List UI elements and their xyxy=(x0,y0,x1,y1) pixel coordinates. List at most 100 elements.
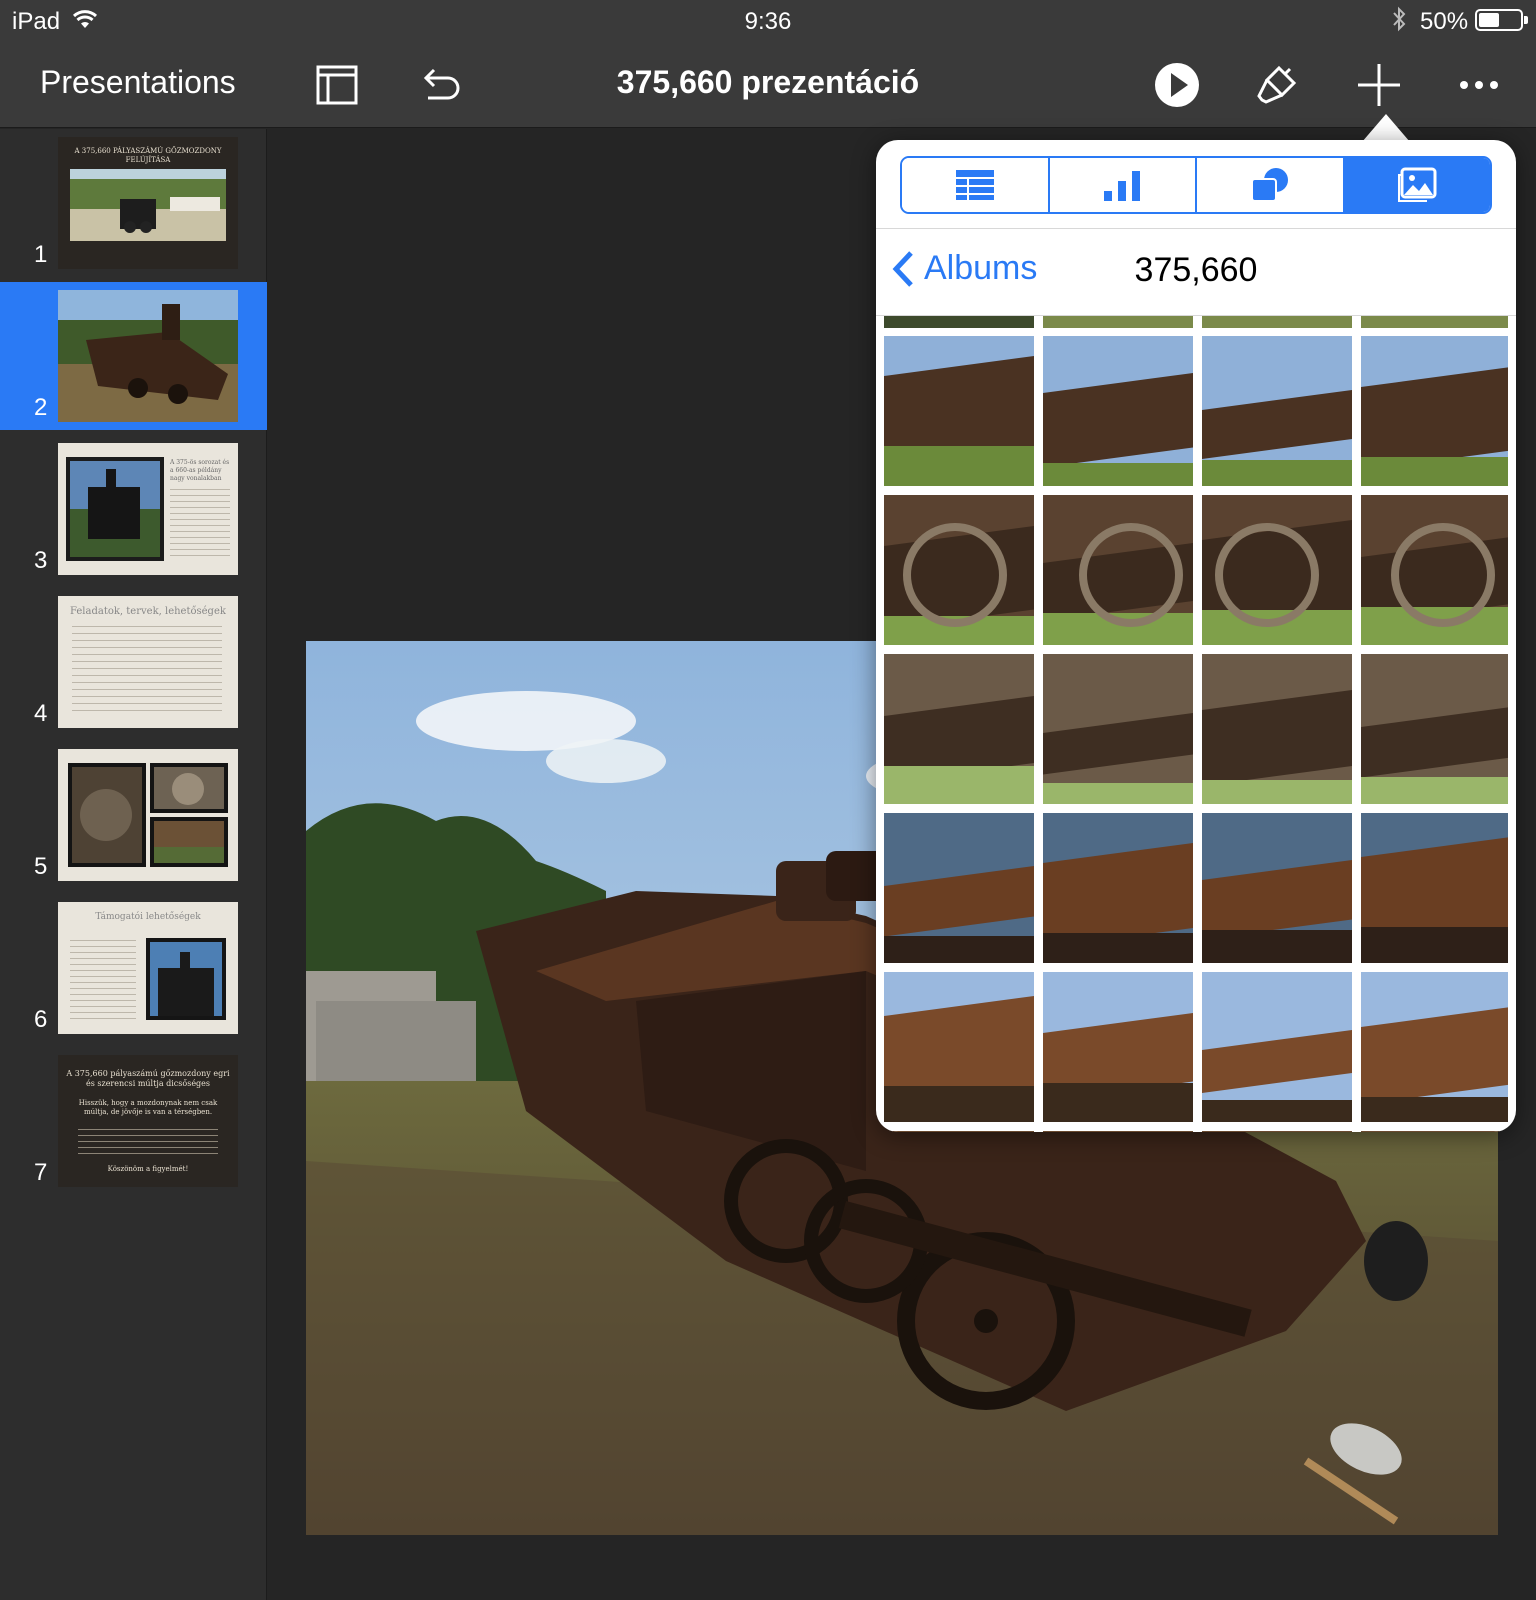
photo-thumbnail[interactable] xyxy=(1043,316,1193,328)
slide-thumbnail-5[interactable]: 5 xyxy=(0,741,267,889)
photo-thumbnail-image xyxy=(1361,654,1508,804)
slide-6-title: Támogatói lehetőségek xyxy=(95,912,201,922)
photo-thumbnail-image xyxy=(1361,972,1508,1122)
photo-thumbnail[interactable] xyxy=(1361,336,1508,486)
photo-thumbnail[interactable] xyxy=(1043,654,1193,804)
play-icon[interactable] xyxy=(1152,60,1202,110)
media-icon xyxy=(1398,167,1437,202)
slide-number: 1 xyxy=(34,241,48,268)
photo-thumbnail-image xyxy=(1202,813,1352,963)
slide-thumbnail-6[interactable]: Támogatói lehetőségek 6 xyxy=(0,894,267,1042)
photo-thumbnail[interactable] xyxy=(1202,336,1352,486)
photo-thumbnail-image xyxy=(884,972,1034,1122)
slide-thumbnail-4[interactable]: Feladatok, tervek, lehetőségek 4 xyxy=(0,588,267,736)
photo-thumbnail-image xyxy=(1202,972,1352,1122)
photo-thumbnail[interactable] xyxy=(884,1131,1034,1132)
photo-thumbnail[interactable] xyxy=(1043,495,1193,645)
photo-thumbnail[interactable] xyxy=(1043,336,1193,486)
slide-thumbnail-1[interactable]: A 375,660 PÁLYASZÁMÚ GŐZMOZDONY FELÚJÍTÁ… xyxy=(0,129,267,277)
chart-icon xyxy=(1104,171,1141,201)
photo-thumbnail[interactable] xyxy=(884,336,1034,486)
status-time: 9:36 xyxy=(744,8,792,35)
slide-number: 2 xyxy=(34,394,48,421)
photo-thumbnail[interactable] xyxy=(1361,813,1508,963)
slide-4-preview: Feladatok, tervek, lehetőségek xyxy=(58,596,238,728)
slide-3-preview: A 375-ös sorozat és a 660-as példány nag… xyxy=(58,443,238,575)
shapes-icon xyxy=(1250,168,1288,202)
slide-4-body-lines xyxy=(72,626,222,714)
tab-media[interactable] xyxy=(1344,158,1490,212)
photo-thumbnail[interactable] xyxy=(1202,1131,1352,1132)
popover-arrow xyxy=(1362,114,1410,142)
tab-shapes[interactable] xyxy=(1197,158,1345,212)
slide-5-preview xyxy=(58,749,238,881)
photo-thumbnail-image xyxy=(1043,654,1193,804)
slide-number: 4 xyxy=(34,700,48,727)
photo-thumbnail[interactable] xyxy=(1361,1131,1508,1132)
photo-thumbnail[interactable] xyxy=(1361,495,1508,645)
bluetooth-icon xyxy=(1393,6,1406,32)
photo-grid[interactable] xyxy=(884,316,1508,1132)
slide-1-photo xyxy=(70,169,226,241)
album-header: Albums 375,660 xyxy=(876,228,1516,316)
photo-thumbnail[interactable] xyxy=(884,972,1034,1122)
photo-thumbnail[interactable] xyxy=(1043,1131,1193,1132)
slide-6-body-lines xyxy=(70,940,136,1020)
slide-6-preview: Támogatói lehetőségek xyxy=(58,902,238,1034)
photo-thumbnail-image xyxy=(884,654,1034,804)
slide-7-body: Hisszük, hogy a mozdonynak nem csak múlt… xyxy=(78,1099,218,1116)
slide-1-title: A 375,660 PÁLYASZÁMÚ GŐZMOZDONY FELÚJÍTÁ… xyxy=(74,147,222,164)
slide-number: 3 xyxy=(34,547,48,574)
battery-icon xyxy=(1475,9,1528,31)
photo-thumbnail-image xyxy=(884,336,1034,486)
add-plus-icon[interactable] xyxy=(1354,60,1404,110)
photo-thumbnail-image xyxy=(884,495,1034,645)
status-bar: iPad 9:36 50% xyxy=(0,0,1536,42)
slide-number: 5 xyxy=(34,853,48,880)
photo-thumbnail-image xyxy=(1043,336,1193,486)
photo-thumbnail-image xyxy=(1202,654,1352,804)
photo-thumbnail[interactable] xyxy=(884,654,1034,804)
undo-icon[interactable] xyxy=(414,60,464,110)
photo-thumbnail[interactable] xyxy=(1202,813,1352,963)
photo-thumbnail[interactable] xyxy=(1361,654,1508,804)
slide-thumbnail-7[interactable]: A 375,660 pályaszámú gőzmozdony egri és … xyxy=(0,1047,267,1195)
photo-thumbnail-image xyxy=(1361,813,1508,963)
photo-thumbnail[interactable] xyxy=(884,495,1034,645)
slide-7-body-lines xyxy=(78,1129,218,1155)
photo-thumbnail-image xyxy=(1361,495,1508,645)
photo-thumbnail[interactable] xyxy=(1202,316,1352,328)
photo-thumbnail-image xyxy=(1202,336,1352,486)
photo-thumbnail[interactable] xyxy=(1202,972,1352,1122)
tab-tables[interactable] xyxy=(902,158,1050,212)
insert-category-segmented-control[interactable] xyxy=(900,156,1492,214)
slide-7-preview: A 375,660 pályaszámú gőzmozdony egri és … xyxy=(58,1055,238,1187)
photo-thumbnail-image xyxy=(1202,495,1352,645)
photo-thumbnail[interactable] xyxy=(1202,654,1352,804)
photo-thumbnail-image xyxy=(1361,336,1508,486)
slide-thumbnail-2[interactable]: 2 xyxy=(0,282,267,430)
document-title: 375,660 prezentáció xyxy=(616,64,920,100)
photo-thumbnail[interactable] xyxy=(884,813,1034,963)
slide-6-photo xyxy=(146,938,226,1020)
slide-navigator[interactable]: A 375,660 PÁLYASZÁMÚ GŐZMOZDONY FELÚJÍTÁ… xyxy=(0,129,267,1600)
insert-media-popover: Albums 375,660 xyxy=(876,140,1516,1132)
photo-thumbnail[interactable] xyxy=(1043,813,1193,963)
slide-7-title: A 375,660 pályaszámú gőzmozdony egri és … xyxy=(66,1069,230,1088)
slide-3-body-lines xyxy=(170,489,230,559)
photo-thumbnail[interactable] xyxy=(1361,972,1508,1122)
slide-2-preview xyxy=(58,290,238,422)
photo-thumbnail-image xyxy=(884,813,1034,963)
toolbar: Presentations 375,660 prezentáció xyxy=(0,42,1536,128)
photo-thumbnail[interactable] xyxy=(1202,495,1352,645)
photo-thumbnail[interactable] xyxy=(884,316,1034,328)
tab-charts[interactable] xyxy=(1049,158,1197,212)
format-paintbrush-icon[interactable] xyxy=(1252,60,1302,110)
slide-4-title: Feladatok, tervek, lehetőségek xyxy=(70,606,226,617)
photo-thumbnail[interactable] xyxy=(1361,316,1508,328)
photo-thumbnail[interactable] xyxy=(1043,972,1193,1122)
slide-thumbnail-3[interactable]: A 375-ös sorozat és a 660-as példány nag… xyxy=(0,435,267,583)
more-icon[interactable] xyxy=(1454,60,1504,110)
slide-layout-icon[interactable] xyxy=(312,60,362,110)
table-icon xyxy=(955,170,994,200)
